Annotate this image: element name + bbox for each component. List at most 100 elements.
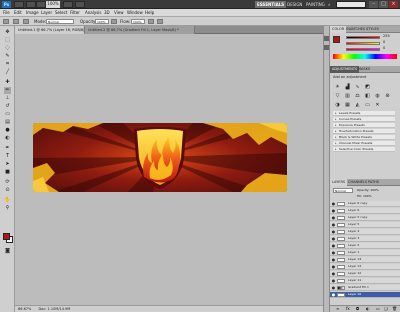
layer-row-selected[interactable]: ● Layer 16	[330, 292, 400, 298]
green-slider[interactable]	[346, 42, 380, 45]
preset-exposure[interactable]: Exposure Presets	[333, 123, 395, 128]
pen-tool-icon[interactable]: ✒	[4, 145, 11, 152]
type-tool-icon[interactable]: T	[4, 153, 11, 160]
workspace-essentials[interactable]: ESSENTIALS	[255, 1, 287, 8]
menu-analysis[interactable]: Analysis	[85, 9, 101, 17]
visibility-eye-icon[interactable]: ●	[331, 250, 336, 255]
curves-icon[interactable]: ∿	[354, 83, 361, 90]
blue-value[interactable]: 0	[383, 46, 385, 50]
tab-paths[interactable]: PATHS	[366, 179, 381, 186]
crop-tool-icon[interactable]: ⌗	[4, 61, 11, 68]
layer-row[interactable]: ● Layer 14	[330, 257, 400, 263]
history-panel-icon[interactable]	[324, 36, 329, 41]
tab-untitled-2[interactable]: Untitled-2 @ 66.7% (Gradient Fill 1, Lay…	[85, 26, 195, 34]
menu-image[interactable]: Image	[26, 9, 39, 17]
foreground-color-swatch[interactable]	[3, 233, 10, 240]
menu-layer[interactable]: Layer	[41, 9, 52, 17]
visibility-eye-icon[interactable]: ●	[331, 243, 336, 248]
layer-row[interactable]: ● Layer 4	[330, 229, 400, 235]
visibility-eye-icon[interactable]: ●	[331, 236, 336, 241]
menu-help[interactable]: Help	[145, 9, 154, 17]
zoom-tool-icon[interactable]: ⚲	[4, 205, 11, 212]
gradient-tool-icon[interactable]: ▤	[4, 119, 11, 126]
hand-tool-icon[interactable]: ✋	[4, 197, 11, 204]
layer-row[interactable]: ● Layer 11	[330, 278, 400, 284]
brush-picker-icon[interactable]	[13, 19, 19, 24]
visibility-eye-icon[interactable]: ●	[331, 285, 336, 290]
opacity-field[interactable]: 100%	[95, 19, 109, 24]
exposure-icon[interactable]: ◩	[364, 83, 371, 90]
hue-saturation-icon[interactable]: ▥	[344, 92, 351, 99]
layer-row[interactable]: ● Layer 6 copy	[330, 201, 400, 207]
preset-levels[interactable]: Levels Presets	[333, 111, 395, 116]
new-group-icon[interactable]: ▭	[376, 306, 380, 311]
history-brush-tool-icon[interactable]: ↺	[4, 103, 11, 110]
vibrance-icon[interactable]: ▽	[334, 92, 341, 99]
visibility-eye-icon[interactable]: ●	[331, 264, 336, 269]
layer-row[interactable]: ● Gradient Fill 1	[330, 285, 400, 291]
document-artwork[interactable]	[33, 123, 287, 192]
invert-icon[interactable]: ◑	[334, 101, 341, 108]
new-layer-icon[interactable]: ❏	[384, 306, 388, 311]
visibility-eye-icon[interactable]: ●	[331, 208, 336, 213]
tab-masks[interactable]: MASKS	[356, 66, 372, 73]
menu-view[interactable]: View	[114, 9, 124, 17]
preset-selective-color[interactable]: Selective Color Presets	[333, 147, 395, 152]
path-select-tool-icon[interactable]: ➤	[4, 161, 11, 168]
green-value[interactable]: 0	[383, 40, 385, 44]
layer-row[interactable]: ● Layer 6	[330, 208, 400, 214]
selective-color-icon[interactable]: ✕	[374, 101, 381, 108]
photo-filter-icon[interactable]: ◍	[374, 92, 381, 99]
layer-row[interactable]: ● Layer 3	[330, 236, 400, 242]
black-white-icon[interactable]: ◧	[364, 92, 371, 99]
actions-panel-icon[interactable]	[324, 45, 329, 50]
3d-orbit-tool-icon[interactable]: ⊙	[4, 187, 11, 194]
layer-fill-field[interactable]: Fill: 100%	[357, 194, 372, 198]
layer-style-icon[interactable]: fx	[346, 306, 350, 311]
shape-tool-icon[interactable]: ■	[4, 169, 11, 176]
layer-row[interactable]: ● Layer 13	[330, 264, 400, 270]
menu-select[interactable]: Select	[55, 9, 67, 17]
healing-tool-icon[interactable]: ✚	[4, 79, 11, 86]
clone-stamp-tool-icon[interactable]: ⊥	[4, 95, 11, 102]
levels-icon[interactable]: ▟	[344, 83, 351, 90]
layer-opacity-field[interactable]: Opacity: 100%	[357, 188, 379, 192]
link-layers-icon[interactable]: ∞	[336, 306, 339, 311]
blue-slider[interactable]	[346, 48, 380, 51]
visibility-eye-icon[interactable]: ●	[331, 229, 336, 234]
tab-adjustments[interactable]: ADJUSTMENTS	[330, 66, 360, 73]
tab-styles[interactable]: STYLES	[364, 26, 381, 33]
workspace-painting[interactable]: PAINTING	[304, 1, 327, 8]
bridge-launch-icon[interactable]	[14, 1, 24, 8]
color-balance-icon[interactable]: ⚖	[354, 92, 361, 99]
move-tool-icon[interactable]: ✥	[4, 29, 11, 36]
visibility-eye-icon[interactable]: ●	[331, 271, 336, 276]
flow-field[interactable]: 100%	[131, 19, 145, 24]
tool-preset-picker-icon[interactable]	[3, 19, 9, 24]
layer-row[interactable]: ● Layer 5	[330, 222, 400, 228]
preset-black-white[interactable]: Black & White Presets	[333, 135, 395, 140]
red-slider[interactable]	[346, 36, 380, 39]
visibility-eye-icon[interactable]: ●	[331, 215, 336, 220]
menu-3d[interactable]: 3D	[104, 9, 110, 17]
cs-live-search-field[interactable]	[336, 1, 366, 8]
visibility-eye-icon[interactable]: ●	[331, 292, 336, 297]
airbrush-toggle-icon[interactable]	[148, 19, 154, 24]
menu-edit[interactable]: Edit	[14, 9, 22, 17]
delete-layer-icon[interactable]: 🗑	[392, 306, 397, 311]
menu-filter[interactable]: Filter	[70, 9, 80, 17]
layer-row[interactable]: ● Layer 12	[330, 271, 400, 277]
brush-tool-icon[interactable]: ✏	[4, 87, 11, 94]
close-window-icon[interactable]: ×	[389, 1, 398, 8]
channel-mixer-icon[interactable]: ⊛	[384, 92, 391, 99]
posterize-icon[interactable]: ▦	[344, 101, 351, 108]
red-value[interactable]: 255	[383, 34, 390, 38]
workspace-design[interactable]: DESIGN	[285, 1, 304, 8]
menu-window[interactable]: Window	[127, 9, 143, 17]
brightness-contrast-icon[interactable]: ☀	[334, 83, 341, 90]
eraser-tool-icon[interactable]: ▭	[4, 111, 11, 118]
tablet-pressure-size-icon[interactable]	[157, 19, 163, 24]
layer-row[interactable]: ● Layer 1	[330, 250, 400, 256]
gradient-map-icon[interactable]: ▭	[364, 101, 371, 108]
color-panel-fg-swatch[interactable]	[333, 36, 340, 43]
